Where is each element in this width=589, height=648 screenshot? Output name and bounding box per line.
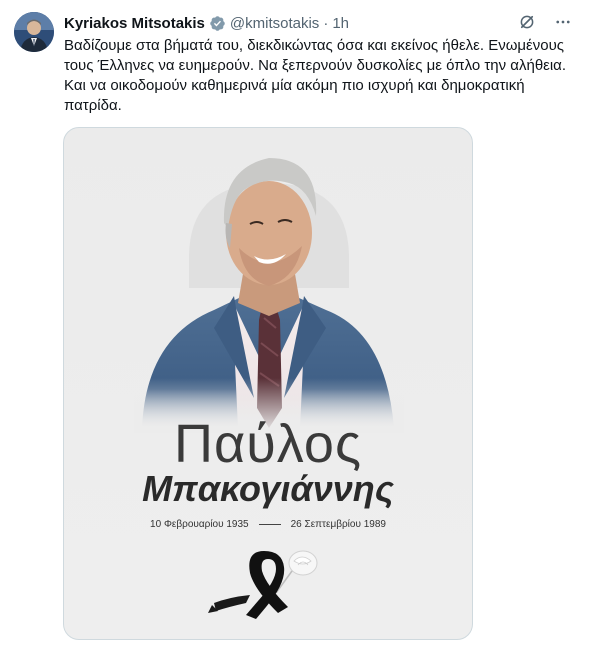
tweet-text-line: Βαδίζουμε στα βήματά του, διεκδικώντας ό… — [64, 37, 565, 54]
header-actions — [518, 13, 572, 35]
death-date: 26 Σεπτεμβρίου 1989 — [290, 519, 386, 530]
author-name[interactable]: Kyriakos Mitsotakis — [64, 15, 205, 32]
grok-icon[interactable] — [518, 13, 536, 35]
separator-dot: · — [323, 14, 329, 32]
tweet-text-line: Και να οικοδομούν καθημερινά μία ακόμη π… — [64, 77, 525, 94]
tweet-text-line: πατρίδα. — [64, 97, 122, 114]
memorial-surname: Μπακογιάννης — [142, 468, 394, 509]
memorial-first-name: Παύλος — [174, 414, 362, 474]
avatar-photo — [14, 12, 54, 52]
author-handle[interactable]: @kmitsotakis — [230, 15, 319, 32]
birth-date: 10 Φεβρουαρίου 1935 — [150, 519, 249, 530]
tweet-timestamp[interactable]: 1h — [332, 15, 349, 32]
mourning-ribbon-icon — [208, 550, 318, 619]
verified-badge-icon[interactable] — [209, 15, 226, 32]
tweet-text-line: τους Έλληνες να ευημερούν. Να ξεπερνούν … — [64, 57, 567, 74]
tweet-header: Kyriakos Mitsotakis @kmitsotakis · 1h — [64, 13, 580, 33]
more-options-icon[interactable] — [554, 13, 572, 35]
tweet-text: Βαδίζουμε στα βήματά του, διεκδικώντας ό… — [64, 36, 576, 116]
author-avatar[interactable] — [14, 12, 54, 52]
date-divider — [258, 524, 281, 525]
tweet-media-image[interactable]: Παύλος Μπακογιάννης 10 Φεβρουαρίου 1935 … — [63, 127, 473, 640]
memorial-dates: 10 Φεβρουαρίου 1935 26 Σεπτεμβρίου 1989 — [64, 519, 472, 530]
